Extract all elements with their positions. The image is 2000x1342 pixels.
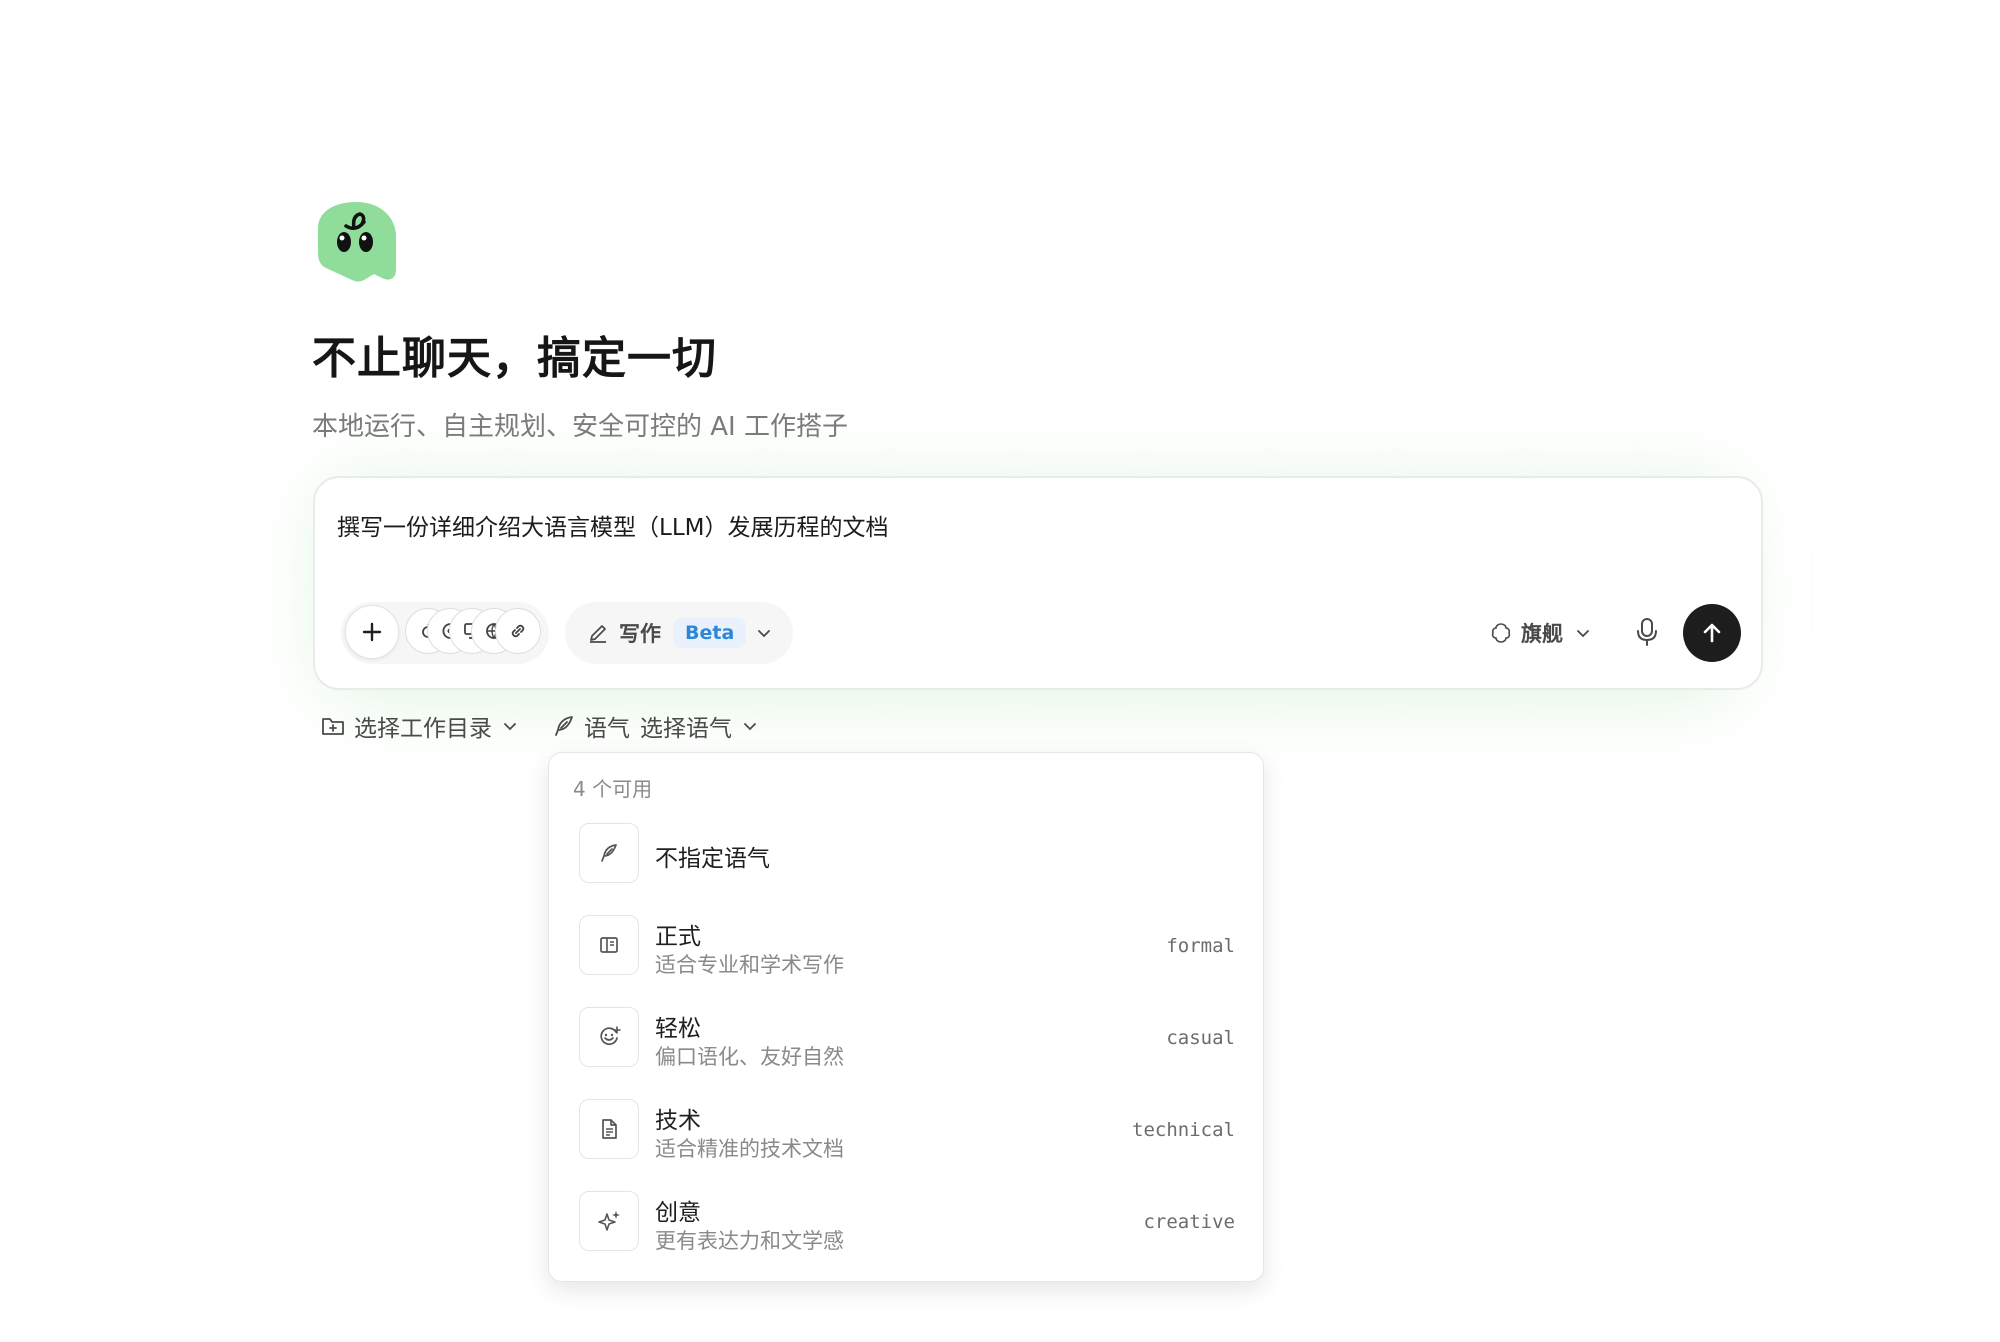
tone-option-desc: 适合精准的技术文档 <box>655 1137 844 1161</box>
composer: 撰写一份详细介绍大语言模型（LLM）发展历程的文档 写作 Beta 旗舰 <box>313 476 1763 690</box>
feather-icon <box>579 823 639 883</box>
tone-option-key: formal <box>1166 935 1235 957</box>
model-label: 旗舰 <box>1521 622 1563 646</box>
app-logo <box>316 198 400 284</box>
tone-option-formal[interactable]: 正式 适合专业和学术写作 formal <box>579 915 1243 979</box>
beta-badge: Beta <box>673 618 747 648</box>
sparkles-icon <box>579 1191 639 1251</box>
chevron-down-icon <box>504 723 516 731</box>
microphone-button[interactable] <box>1627 612 1667 652</box>
mode-label: 写作 <box>619 622 661 646</box>
microphone-icon <box>1637 618 1657 646</box>
tone-selector[interactable]: 语气 选择语气 <box>552 709 758 743</box>
folder-plus-icon <box>322 718 344 735</box>
page-title: 不止聊天，搞定一切 <box>312 333 717 384</box>
tone-option-technical[interactable]: 技术 适合精准的技术文档 technical <box>579 1099 1243 1163</box>
document-icon <box>579 1099 639 1159</box>
send-button[interactable] <box>1683 604 1741 662</box>
tone-option-key: creative <box>1143 1211 1235 1233</box>
tone-dropdown: 4 个可用 不指定语气 正式 适合专业和学术写作 formal 轻松 偏口语化、… <box>548 752 1264 1282</box>
tone-option-title: 轻松 <box>655 1016 701 1042</box>
feather-icon <box>555 716 573 736</box>
tone-label: 选择语气 <box>640 716 732 742</box>
page-subtitle: 本地运行、自主规划、安全可控的 AI 工作搭子 <box>312 412 848 442</box>
tone-option-creative[interactable]: 创意 更有表达力和文学感 creative <box>579 1191 1243 1255</box>
dropdown-header: 4 个可用 <box>573 777 653 801</box>
chevron-down-icon <box>756 625 772 641</box>
tone-option-desc: 适合专业和学术写作 <box>655 953 844 977</box>
tone-option-title: 技术 <box>655 1108 701 1134</box>
tone-option-key: casual <box>1166 1027 1235 1049</box>
workdir-selector[interactable]: 选择工作目录 <box>320 709 518 743</box>
workdir-label: 选择工作目录 <box>354 716 492 742</box>
tool-chip-stack[interactable] <box>405 608 545 658</box>
pen-icon <box>590 625 606 643</box>
prompt-input[interactable]: 撰写一份详细介绍大语言模型（LLM）发展历程的文档 <box>337 508 888 542</box>
book-icon <box>579 915 639 975</box>
chevron-down-icon <box>744 723 756 731</box>
tone-option-desc: 偏口语化、友好自然 <box>655 1045 844 1069</box>
link-icon <box>495 608 541 654</box>
arrow-up-icon <box>1703 623 1721 643</box>
attachment-tools <box>341 602 549 664</box>
tone-option-key: technical <box>1132 1119 1235 1141</box>
tone-option-desc: 更有表达力和文学感 <box>655 1229 844 1253</box>
smile-icon <box>579 1007 639 1067</box>
sub-toolbar: 选择工作目录 语气 选择语气 <box>320 708 758 744</box>
tone-option-casual[interactable]: 轻松 偏口语化、友好自然 casual <box>579 1007 1243 1071</box>
chevron-down-icon <box>1577 630 1589 638</box>
tone-option-title: 创意 <box>655 1200 701 1226</box>
tone-option-title: 正式 <box>655 924 701 950</box>
tone-prefix: 语气 <box>584 716 630 742</box>
model-selector[interactable]: 旗舰 <box>1489 615 1591 651</box>
tone-option-title: 不指定语气 <box>655 846 770 872</box>
tone-option-none[interactable]: 不指定语气 <box>579 823 1243 887</box>
add-button[interactable] <box>345 605 399 659</box>
brain-icon <box>1491 623 1511 643</box>
mode-selector[interactable]: 写作 Beta <box>565 602 793 664</box>
plus-icon <box>362 622 382 642</box>
